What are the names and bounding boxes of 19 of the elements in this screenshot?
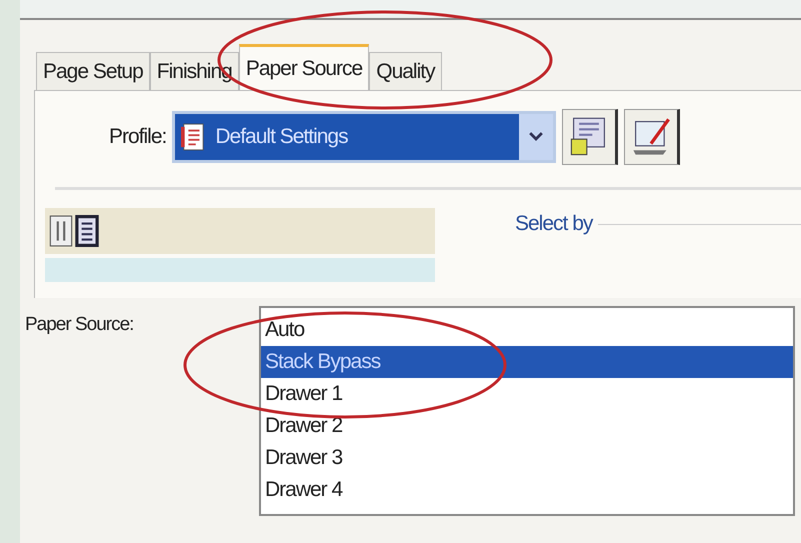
list-item[interactable]: Drawer 1 — [261, 378, 793, 410]
list-item[interactable]: Drawer 3 — [261, 442, 793, 474]
list-item[interactable]: Drawer 2 — [261, 410, 793, 442]
list-item[interactable]: Drawer 4 — [261, 474, 793, 506]
select-by-label: Select by — [515, 212, 592, 236]
view-icon[interactable] — [49, 215, 73, 247]
profile-dropdown[interactable]: Default Settings — [172, 111, 556, 163]
tab[interactable]: Page Setup — [36, 52, 150, 90]
tab[interactable]: Quality — [369, 52, 442, 90]
tab[interactable]: Paper Source — [238, 44, 370, 90]
caret-icon — [519, 114, 554, 160]
paper-source-list[interactable]: Auto Stack Bypass Drawer 1 Drawer 2 Drawer 3 Drawer 4 — [259, 306, 795, 516]
edit-profile-icon[interactable] — [624, 109, 680, 165]
save-profile-icon[interactable] — [562, 109, 618, 165]
list-item[interactable]: Stack Bypass — [261, 346, 793, 378]
profile-label: Profile: — [109, 125, 166, 149]
list-item[interactable]: Auto — [261, 314, 793, 346]
paper-source-label: Paper Source: — [24, 313, 134, 337]
list-view-icon[interactable] — [75, 215, 99, 247]
